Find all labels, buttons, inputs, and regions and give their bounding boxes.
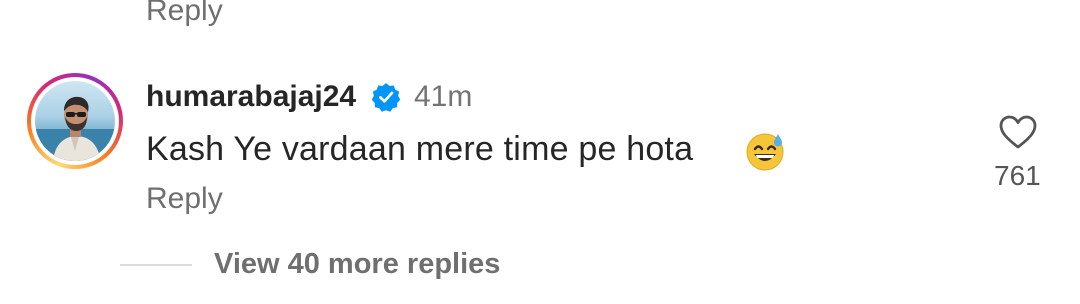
avatar-story-ring[interactable] [27, 73, 123, 169]
comment-timestamp: 41m [414, 80, 473, 113]
replies-divider [120, 264, 192, 266]
like-count: 761 [994, 160, 1041, 191]
view-more-replies-button[interactable]: View 40 more replies [214, 248, 500, 281]
heart-outline-icon[interactable] [998, 114, 1038, 150]
comment-text: Kash Ye vardaan mere time pe hota [146, 130, 694, 168]
username[interactable]: humarabajaj24 [146, 80, 356, 114]
verified-badge-icon [371, 83, 401, 112]
grinning-face-with-sweat-icon [746, 133, 784, 171]
avatar[interactable] [35, 81, 115, 161]
comment: humarabajaj24 41m Kash Ye vardaan mere t… [0, 0, 1080, 240]
reply-button[interactable]: Reply [146, 182, 223, 216]
avatar-photo [35, 96, 115, 161]
